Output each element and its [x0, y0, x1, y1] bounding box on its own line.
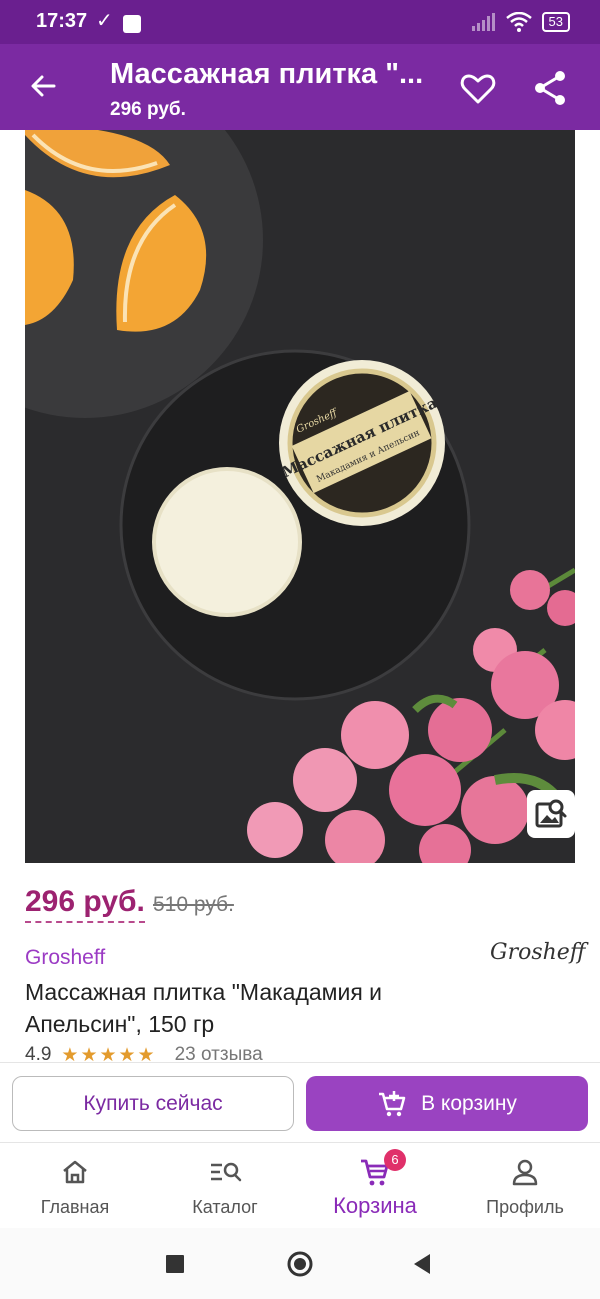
buy-now-button[interactable]: Купить сейчас: [12, 1076, 294, 1131]
back-triangle-icon[interactable]: [412, 1253, 432, 1275]
back-arrow-icon[interactable]: [24, 66, 64, 106]
nav-item-cart[interactable]: 6 Корзина: [300, 1149, 450, 1219]
current-price: 296 руб.: [25, 885, 145, 923]
add-to-cart-icon: [379, 1090, 406, 1116]
system-nav-bar: [0, 1228, 600, 1299]
catalog-search-icon: [211, 1162, 242, 1182]
action-bar: Купить сейчас В корзину: [0, 1062, 600, 1143]
product-image[interactable]: Массажная плитка Макадамия и Апельсин Gr…: [25, 130, 575, 863]
nav-label-home: Главная: [40, 1197, 110, 1217]
rating-value: 4.9: [25, 1044, 52, 1064]
brand-link[interactable]: Grosheff: [25, 946, 105, 970]
page-title: Массажная плитка "...: [110, 58, 424, 90]
nav-item-catalog[interactable]: Каталог: [150, 1155, 300, 1218]
wifi-icon: [505, 12, 532, 32]
nav-item-profile[interactable]: Профиль: [450, 1155, 600, 1218]
add-to-cart-label: В корзину: [421, 1091, 517, 1115]
battery-indicator: 53: [541, 12, 570, 32]
image-search-icon: [535, 799, 567, 828]
nav-label-catalog: Каталог: [192, 1197, 258, 1217]
notification-app-icon: [123, 15, 141, 33]
brand-logo[interactable]: Grosheff: [490, 940, 585, 965]
share-icon[interactable]: [530, 68, 570, 108]
status-time: 17:37: [36, 10, 88, 32]
nav-item-home[interactable]: Главная: [0, 1155, 150, 1218]
status-icons: 53: [471, 12, 570, 32]
gallery-button[interactable]: [527, 790, 575, 838]
app-bar: Массажная плитка "... 296 руб.: [0, 44, 600, 130]
add-to-cart-button[interactable]: В корзину: [306, 1076, 588, 1131]
header-price: 296 руб.: [110, 99, 186, 120]
heart-icon[interactable]: [458, 68, 498, 108]
home-icon: [63, 1160, 87, 1184]
old-price: 510 руб.: [153, 893, 234, 916]
check-icon: ✓: [96, 10, 113, 32]
profile-icon: [512, 1159, 538, 1186]
nav-label-cart: Корзина: [333, 1193, 417, 1218]
cart-badge: 6: [384, 1149, 406, 1171]
recents-square-icon[interactable]: [166, 1255, 184, 1273]
star-rating-icon: ★★★★★: [61, 1045, 157, 1064]
signal-icon: [471, 13, 495, 31]
nav-label-profile: Профиль: [486, 1197, 564, 1217]
status-bar: 17:37 ✓ 53: [0, 0, 600, 44]
product-photo: Массажная плитка Макадамия и Апельсин Gr…: [25, 130, 575, 863]
product-name: Массажная плитка "Макадамия и Апельсин",…: [25, 979, 383, 1037]
home-circle-icon[interactable]: [286, 1250, 314, 1278]
bottom-nav: Главная Каталог 6 Корзина Профиль: [0, 1142, 600, 1229]
rating-row[interactable]: 4.9 ★★★★★ 23 отзыва: [25, 1044, 263, 1064]
reviews-link[interactable]: 23 отзыва: [175, 1044, 263, 1064]
